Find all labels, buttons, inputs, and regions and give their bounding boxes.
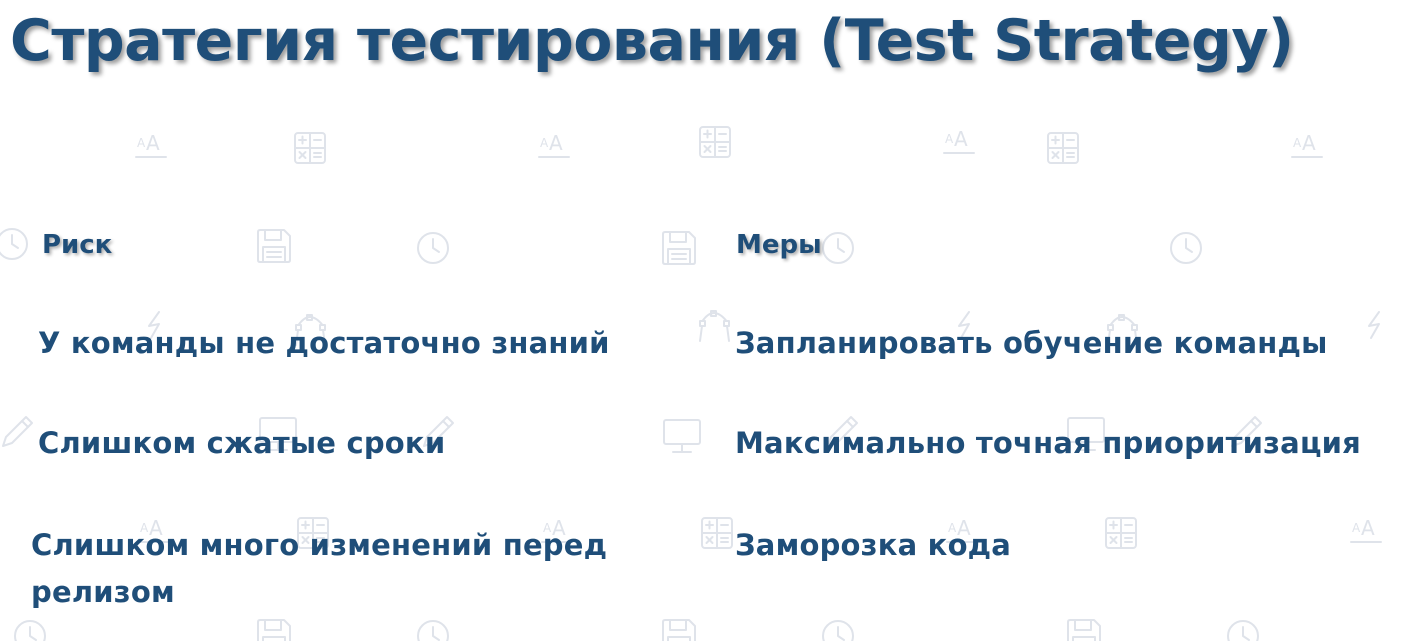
risk-cell-line-2: релизом — [31, 575, 175, 609]
risk-column-header: Риск — [42, 230, 113, 260]
risk-cell: У команды не достаточно знаний — [38, 326, 610, 360]
measure-cell: Максимально точная приоритизация — [735, 426, 1361, 460]
slide-title: Стратегия тестирования (Test Strategy) — [10, 8, 1294, 74]
measure-cell: Запланировать обучение команды — [735, 326, 1328, 360]
risk-cell: Слишком сжатые сроки — [38, 426, 446, 460]
measure-cell: Заморозка кода — [735, 528, 1012, 562]
measures-column-header: Меры — [736, 230, 822, 260]
risk-cell-line-1: Слишком много изменений перед — [31, 528, 608, 562]
